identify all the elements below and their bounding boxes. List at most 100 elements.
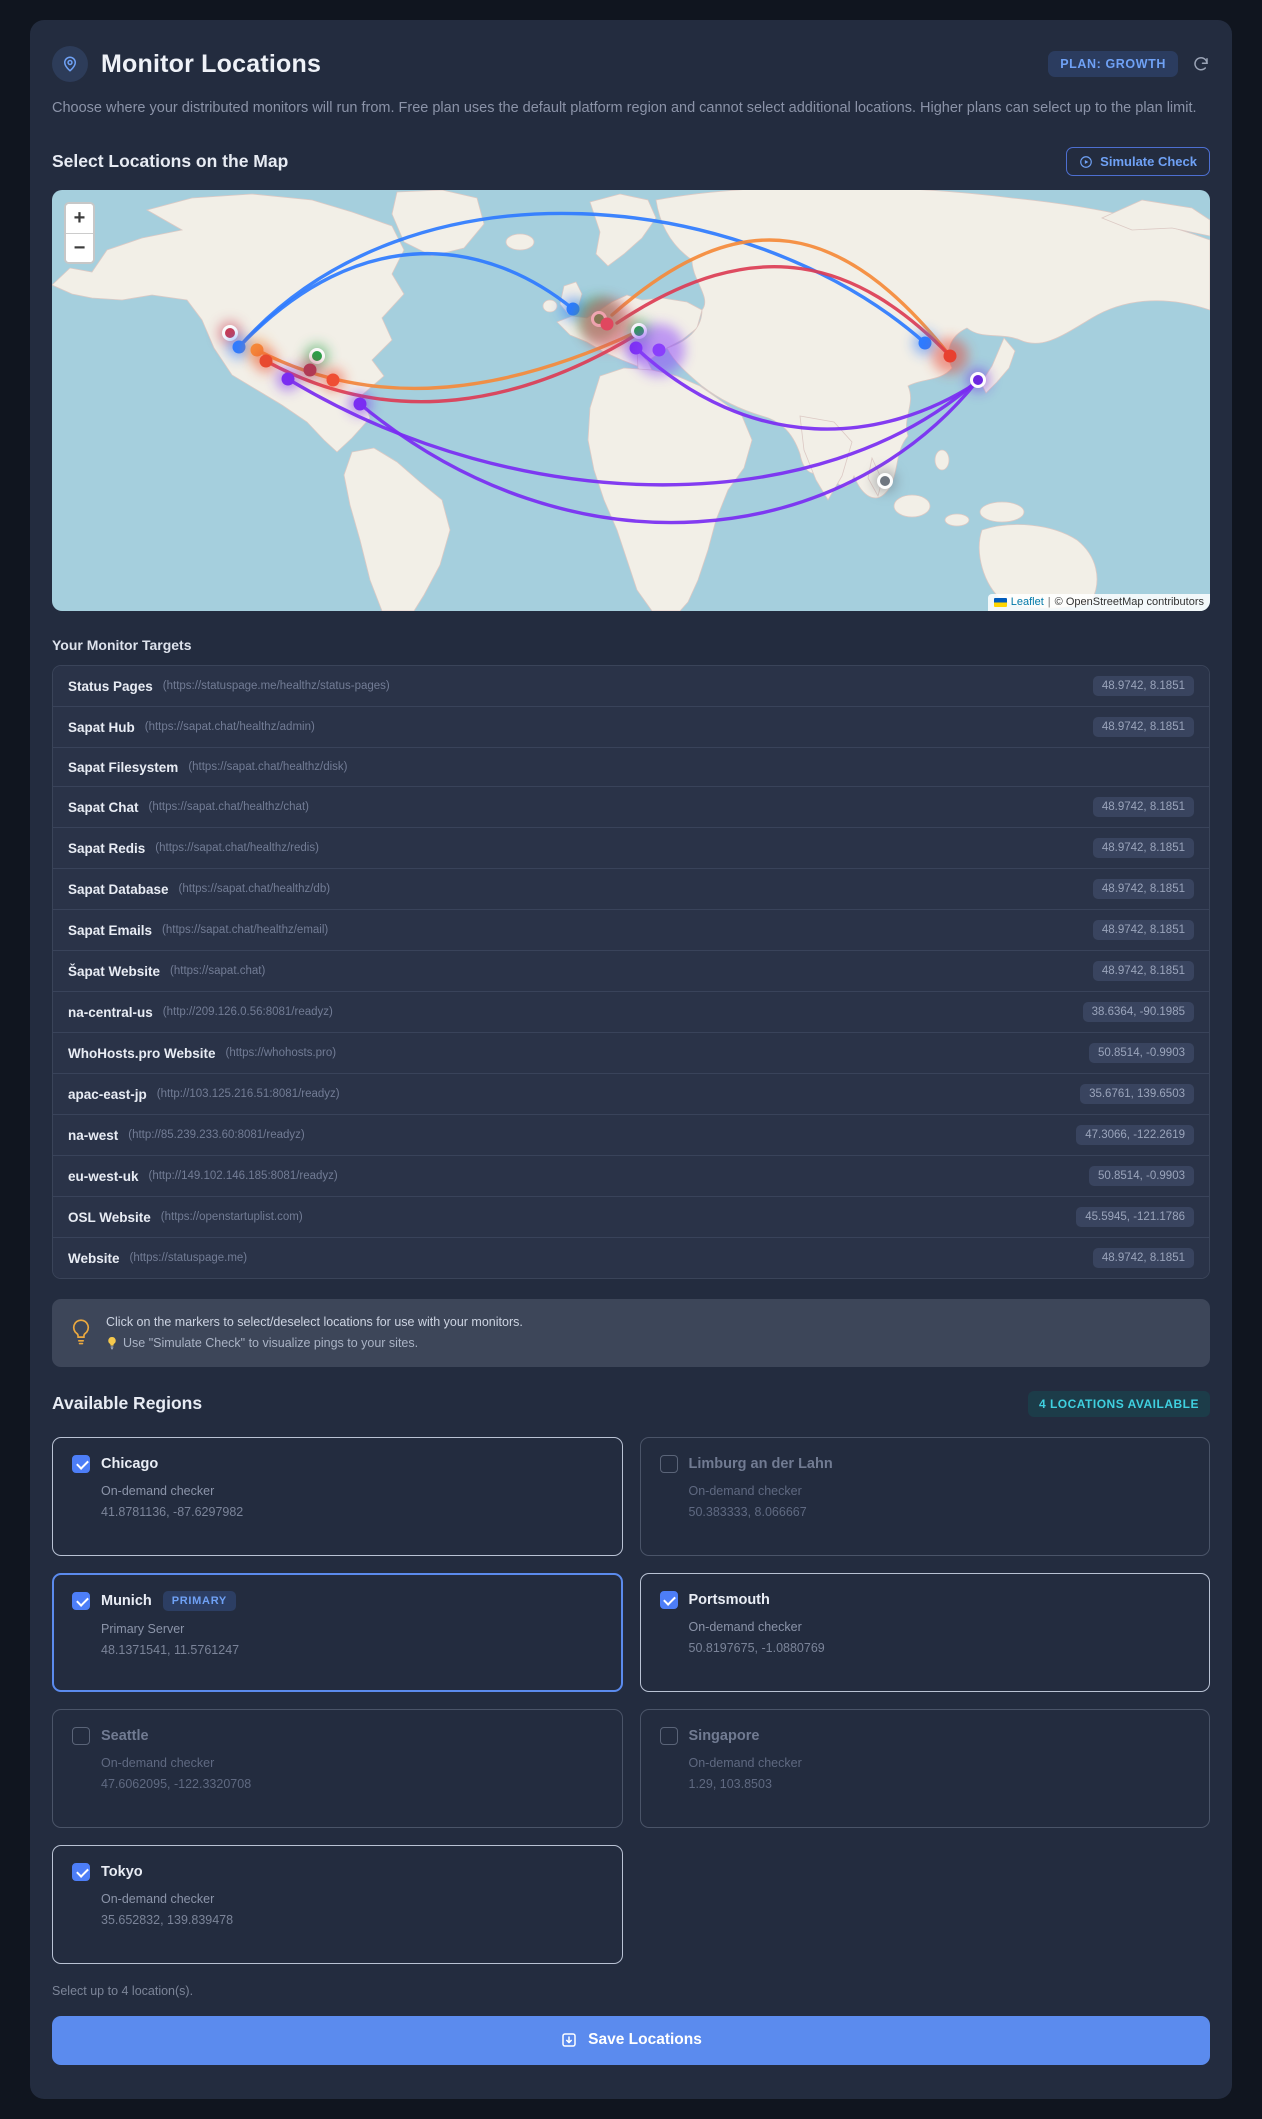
region-description: Primary Server: [101, 1621, 185, 1636]
target-name: eu-west-uk: [68, 1168, 139, 1184]
table-row[interactable]: Sapat Hub (https://sapat.chat/healthz/ad…: [53, 706, 1209, 748]
map-section-title: Select Locations on the Map: [52, 151, 289, 172]
region-name: Seattle: [101, 1727, 149, 1744]
refresh-icon[interactable]: [1192, 55, 1210, 73]
region-checkbox[interactable]: [72, 1591, 90, 1610]
targets-heading: Your Monitor Targets: [52, 637, 192, 654]
table-row[interactable]: apac-east-jp (http://103.125.216.51:8081…: [53, 1073, 1209, 1115]
map-marker[interactable]: [966, 368, 990, 393]
target-name: Sapat Emails: [68, 922, 153, 938]
table-row[interactable]: na-central-us (http://209.126.0.56:8081/…: [53, 991, 1209, 1033]
region-name: Portsmouth: [688, 1591, 770, 1608]
map-marker[interactable]: [633, 324, 685, 377]
region-name: Singapore: [688, 1727, 760, 1744]
region-checkbox[interactable]: [72, 1726, 90, 1745]
region-checkbox[interactable]: [659, 1590, 678, 1609]
region-card-limburg-an-der-lahn[interactable]: Limburg an der Lahn On-demand checker 50…: [639, 1436, 1210, 1556]
bulb-emoji-icon: [108, 1336, 116, 1350]
region-description: On-demand checker: [688, 1619, 802, 1634]
table-row[interactable]: Sapat Emails (https://sapat.chat/healthz…: [53, 909, 1209, 951]
region-description: On-demand checker: [101, 1483, 215, 1498]
table-row[interactable]: WhoHosts.pro Website (https://whohosts.p…: [53, 1032, 1209, 1074]
target-coordinates-badge: 48.9742, 8.1851: [1092, 879, 1194, 900]
region-checkbox[interactable]: [659, 1726, 678, 1745]
map-canvas: [52, 190, 1210, 612]
table-row[interactable]: OSL Website (https://openstartuplist.com…: [53, 1196, 1209, 1238]
table-row[interactable]: Sapat Filesystem (https://sapat.chat/hea…: [53, 747, 1209, 787]
target-url: (https://openstartuplist.com): [160, 1211, 303, 1224]
region-card-tokyo[interactable]: Tokyo On-demand checker 35.652832, 139.8…: [52, 1844, 623, 1964]
map-marker[interactable]: [254, 349, 278, 374]
target-url: (http://149.102.146.185:8081/readyz): [148, 1170, 338, 1183]
tip-line-1: Click on the markers to select/deselect …: [106, 1315, 523, 1330]
region-name: Tokyo: [101, 1863, 143, 1880]
plan-badge: PLAN: GROWTH: [1048, 51, 1178, 77]
target-coordinates-badge: 48.9742, 8.1851: [1092, 1248, 1194, 1269]
target-url: (https://sapat.chat/healthz/admin): [144, 721, 315, 734]
target-name: Sapat Chat: [68, 799, 139, 815]
target-url: (https://sapat.chat/healthz/disk): [188, 761, 348, 774]
region-card-munich[interactable]: Munich PRIMARY Primary Server 48.1371541…: [52, 1572, 623, 1692]
map-marker[interactable]: [932, 338, 968, 375]
region-checkbox[interactable]: [659, 1454, 678, 1473]
zoom-out-button[interactable]: −: [66, 233, 93, 263]
region-description: On-demand checker: [101, 1755, 215, 1770]
play-circle-icon: [1080, 156, 1093, 168]
target-name: OSL Website: [68, 1209, 151, 1225]
regions-heading: Available Regions: [52, 1393, 203, 1414]
map-marker[interactable]: [873, 469, 897, 494]
target-coordinates-badge: 48.9742, 8.1851: [1092, 920, 1194, 941]
table-row[interactable]: Website (https://statuspage.me) 48.9742,…: [53, 1237, 1209, 1279]
target-coordinates-badge: 48.9742, 8.1851: [1092, 717, 1194, 738]
target-name: Sapat Filesystem: [68, 759, 179, 775]
target-coordinates-badge: 48.9742, 8.1851: [1092, 961, 1194, 982]
table-row[interactable]: Sapat Database (https://sapat.chat/healt…: [53, 868, 1209, 910]
map-marker[interactable]: [321, 368, 345, 393]
map-marker[interactable]: [276, 367, 300, 392]
map-marker[interactable]: [581, 298, 633, 351]
monitor-locations-panel: Monitor Locations PLAN: GROWTH Choose wh…: [30, 20, 1232, 2099]
table-row[interactable]: Sapat Chat (https://sapat.chat/healthz/c…: [53, 786, 1209, 828]
tip-box: Click on the markers to select/deselect …: [52, 1299, 1210, 1367]
target-url: (http://209.126.0.56:8081/readyz): [162, 1006, 333, 1019]
target-coordinates-badge: 38.6364, -90.1985: [1082, 1002, 1194, 1023]
target-name: Sapat Redis: [68, 840, 146, 856]
region-card-seattle[interactable]: Seattle On-demand checker 47.6062095, -1…: [52, 1708, 623, 1828]
region-name: Munich: [101, 1592, 152, 1609]
target-name: WhoHosts.pro Website: [68, 1045, 216, 1061]
target-coordinates-badge: 50.8514, -0.9903: [1089, 1166, 1194, 1187]
ukraine-flag-icon: [993, 597, 1007, 607]
table-row[interactable]: Šapat Website (https://sapat.chat) 48.97…: [53, 950, 1209, 992]
simulate-check-button[interactable]: Simulate Check: [1066, 147, 1210, 177]
region-card-chicago[interactable]: Chicago On-demand checker 41.8781136, -8…: [52, 1436, 623, 1556]
target-url: (https://statuspage.me): [129, 1252, 248, 1265]
save-locations-button[interactable]: Save Locations: [52, 2015, 1210, 2065]
table-row[interactable]: Sapat Redis (https://sapat.chat/healthz/…: [53, 827, 1209, 869]
region-card-singapore[interactable]: Singapore On-demand checker 1.29, 103.85…: [639, 1708, 1210, 1828]
table-row[interactable]: eu-west-uk (http://149.102.146.185:8081/…: [53, 1155, 1209, 1197]
table-row[interactable]: Status Pages (https://statuspage.me/heal…: [53, 666, 1209, 707]
tip-line-2: Use "Simulate Check" to visualize pings …: [123, 1336, 419, 1351]
target-name: Sapat Hub: [68, 719, 135, 735]
map-zoom-control: + −: [64, 202, 95, 265]
target-coordinates-badge: 48.9742, 8.1851: [1092, 797, 1194, 818]
map-marker[interactable]: [298, 358, 322, 383]
target-coordinates-badge: 45.5945, -121.1786: [1076, 1207, 1194, 1228]
region-checkbox[interactable]: [72, 1862, 90, 1881]
region-description: On-demand checker: [101, 1891, 215, 1906]
region-checkbox[interactable]: [72, 1454, 90, 1473]
world-map[interactable]: + − Leaflet | © OpenStreetMap contributo…: [52, 190, 1210, 612]
zoom-in-button[interactable]: +: [66, 204, 93, 234]
lightbulb-icon: [72, 1319, 90, 1345]
leaflet-link[interactable]: Leaflet: [1011, 596, 1044, 608]
target-coordinates-badge: 35.6761, 139.6503: [1080, 1084, 1194, 1105]
osm-attribution[interactable]: © OpenStreetMap contributors: [1055, 596, 1204, 608]
region-card-portsmouth[interactable]: Portsmouth On-demand checker 50.8197675,…: [639, 1572, 1210, 1692]
target-name: Šapat Website: [68, 963, 161, 979]
target-coordinates-badge: 47.3066, -122.2619: [1076, 1125, 1194, 1146]
page-description: Choose where your distributed monitors w…: [52, 100, 1197, 116]
table-row[interactable]: na-west (http://85.239.233.60:8081/ready…: [53, 1114, 1209, 1156]
map-marker[interactable]: [348, 392, 372, 417]
map-attribution: Leaflet | © OpenStreetMap contributors: [987, 594, 1210, 612]
map-pin-icon: [52, 46, 88, 82]
